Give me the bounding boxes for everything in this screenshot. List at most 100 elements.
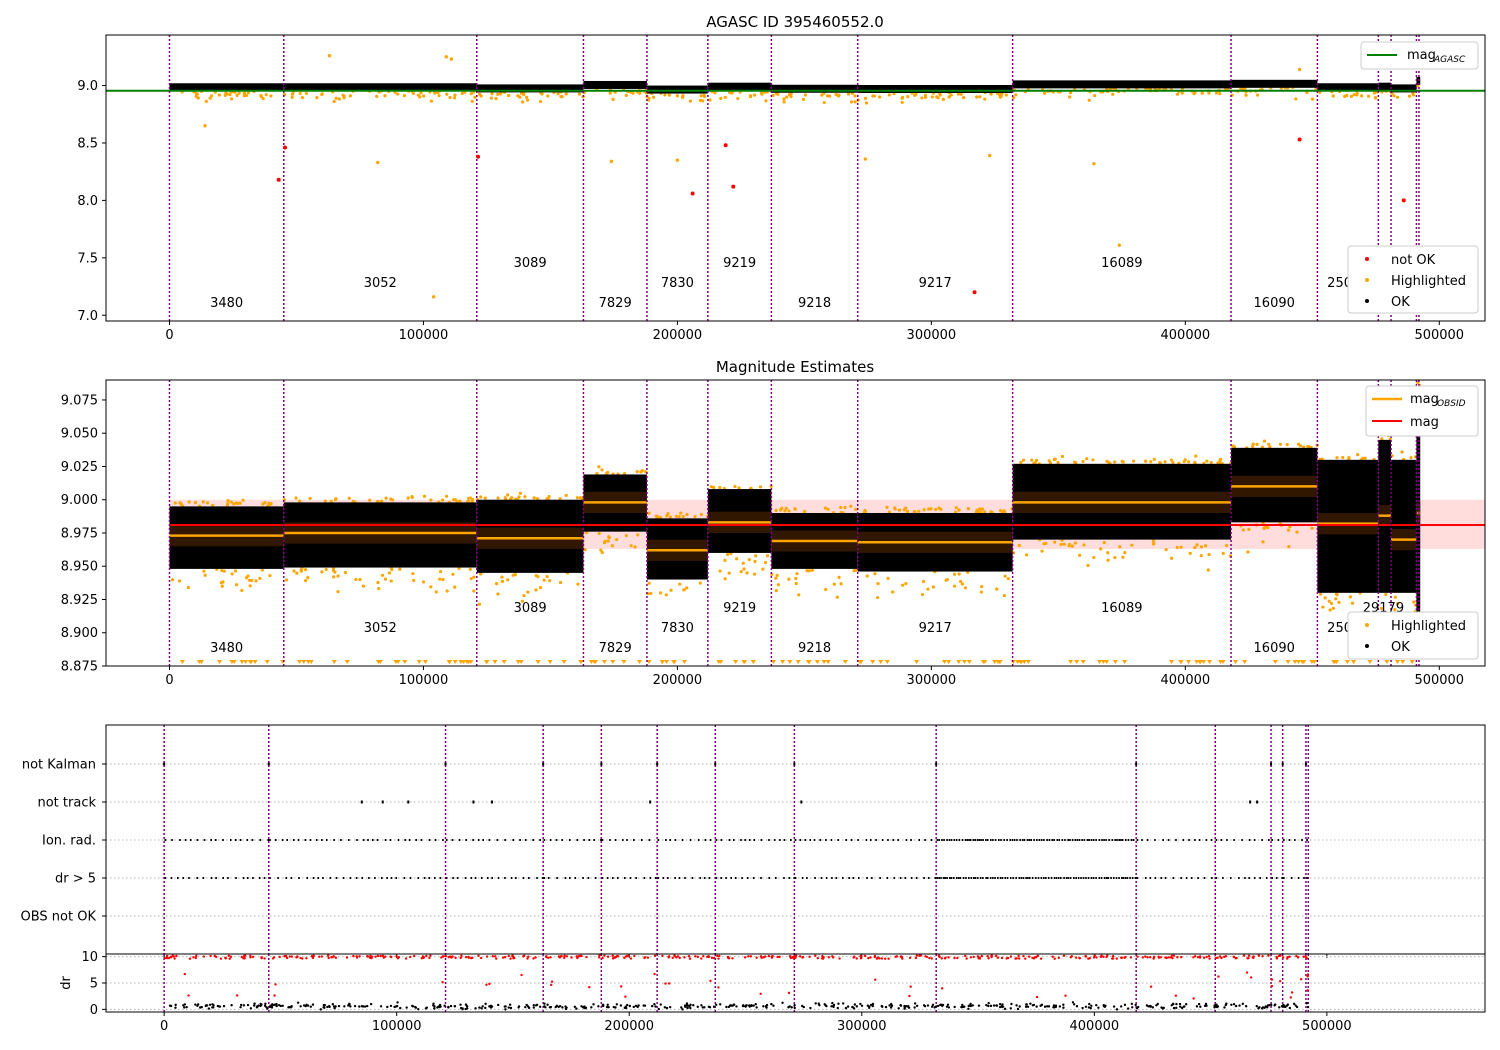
highlighted-point (975, 95, 979, 99)
dr-not-ok-point (1057, 956, 1060, 960)
dr-not-ok-point (667, 956, 670, 959)
below-range-marker (601, 660, 607, 664)
dr-not-ok-point (990, 955, 993, 959)
dr-not-ok-point (1252, 956, 1255, 960)
dr-point (1136, 1005, 1140, 1009)
magnitude-estimates-panel: Magnitude Estimates 34803052308978297830… (61, 358, 1486, 688)
dr-flag (1035, 877, 1037, 879)
dr-point (947, 1006, 951, 1009)
dr-flag (395, 877, 398, 879)
ion-rad-flag (936, 839, 939, 841)
ion-rad-flag (948, 839, 951, 841)
highlighted-point (1087, 98, 1091, 102)
dr-flag (1018, 877, 1021, 879)
dr-point (1071, 1001, 1075, 1004)
dr-flag (390, 877, 393, 879)
dr-not-ok-point (838, 957, 841, 960)
dr-flag (1134, 877, 1137, 879)
dr-point (1112, 1005, 1116, 1008)
obsid-label: 3480 (210, 641, 243, 656)
dr-point (814, 1002, 817, 1005)
dr-not-ok-point (235, 994, 239, 997)
dr-not-ok-point (1136, 955, 1139, 958)
highlighted-point (742, 567, 746, 571)
ion-rad-flag (1046, 839, 1048, 841)
highlighted-point (1164, 548, 1168, 552)
dr-point (998, 1002, 1002, 1006)
highlighted-point (1267, 442, 1271, 446)
dr-flag (497, 877, 500, 879)
highlighted-point (1093, 94, 1097, 98)
dr-flag (616, 877, 619, 879)
ion-rad-flag (1271, 839, 1274, 841)
dr-not-ok-point (383, 955, 387, 958)
dr-flag (794, 877, 797, 879)
below-range-marker (956, 660, 962, 664)
highlighted-point (1251, 444, 1255, 448)
obsid-label: 9218 (798, 641, 831, 656)
highlighted-point (954, 506, 958, 510)
highlighted-point (1107, 460, 1111, 464)
dr-point (174, 1006, 177, 1009)
dr-point (745, 1004, 748, 1007)
dr-point (971, 1004, 975, 1007)
dr-not-ok-point (717, 986, 720, 989)
dr-point (824, 1004, 827, 1007)
dr-point (299, 1005, 302, 1008)
dr-flag (649, 877, 652, 879)
dr-point (1172, 1006, 1176, 1010)
dr-not-ok-point (520, 973, 523, 977)
highlighted-point (284, 578, 289, 582)
dr-flag (979, 877, 982, 879)
dr-point (1075, 1005, 1079, 1008)
dr-not-ok-point (731, 957, 734, 960)
highlighted-point (900, 583, 905, 587)
dr-flag (989, 877, 992, 879)
highlighted-point (489, 96, 493, 100)
highlighted-point (805, 569, 809, 573)
dr-flag (1028, 877, 1031, 879)
highlighted-point (229, 500, 234, 504)
dr-not-ok-point (709, 979, 712, 983)
dr-not-ok-point (1267, 954, 1270, 957)
highlighted-point (935, 95, 939, 99)
highlighted-point (723, 95, 727, 100)
highlighted-point (1053, 457, 1057, 461)
dr-not-ok-point (646, 956, 650, 959)
ion-rad-flag (1061, 839, 1064, 841)
highlighted-point (659, 591, 663, 595)
dr-flag (994, 877, 996, 879)
dr-point (601, 1004, 604, 1007)
dr-point (264, 1002, 267, 1005)
x-tick-label: 100000 (399, 328, 449, 343)
dr-point (1134, 1003, 1137, 1007)
highlighted-point (827, 94, 832, 98)
dr-point (212, 1006, 215, 1009)
highlighted-point (741, 561, 745, 565)
ion-rad-flag (320, 839, 323, 841)
dr-point (841, 1002, 845, 1005)
dr-point (612, 1005, 615, 1009)
dr-point (946, 1003, 950, 1006)
highlighted-point (490, 92, 494, 96)
ion-rad-flag (865, 839, 868, 841)
dr-not-ok-point (588, 985, 591, 989)
highlighted-point (1323, 596, 1327, 600)
dr-not-ok-point (355, 956, 359, 959)
dr-point (543, 1002, 546, 1005)
not-track-flag (381, 800, 384, 804)
dr-flag (403, 877, 406, 879)
ion-rad-flag (986, 839, 989, 841)
dr-not-ok-point (943, 957, 947, 960)
dr-point (183, 1006, 186, 1009)
dr-flag (1040, 877, 1043, 879)
not-ok-point (690, 191, 695, 196)
highlighted-point (1352, 93, 1356, 97)
highlighted-point (1062, 542, 1066, 546)
dr-not-ok-point (390, 955, 393, 959)
ion-rad-flag (1069, 839, 1071, 841)
dr-flag (1080, 877, 1082, 879)
highlighted-point (980, 507, 984, 511)
highlighted-point (966, 507, 971, 511)
highlighted-point (453, 585, 457, 589)
